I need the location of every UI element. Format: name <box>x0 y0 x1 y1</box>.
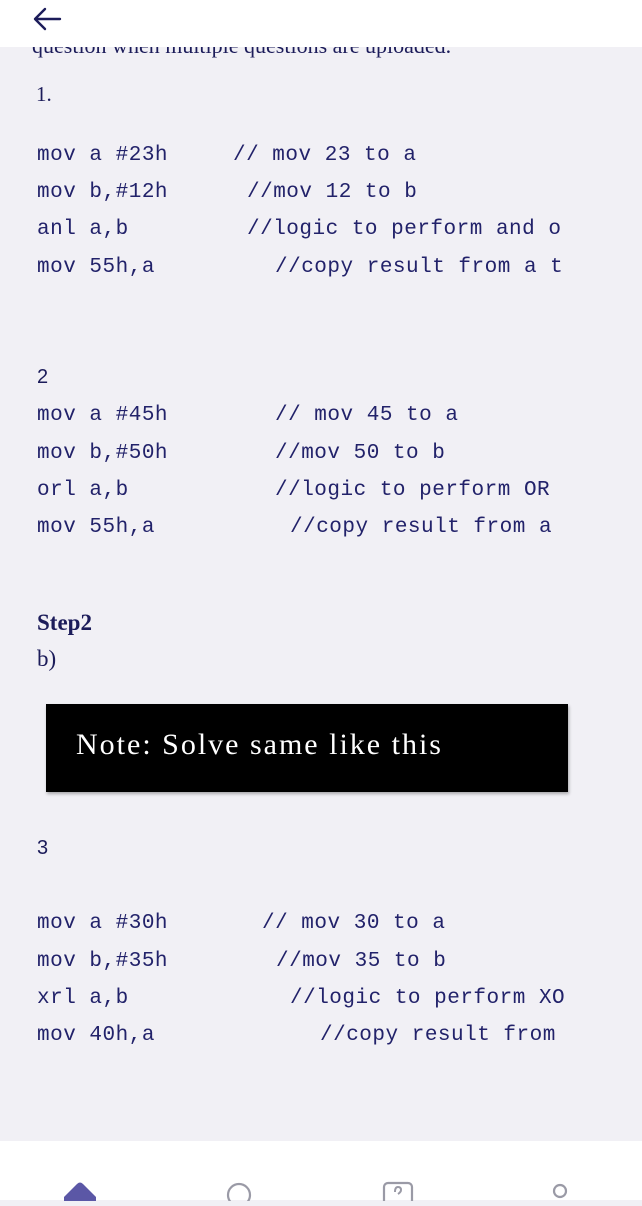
code-line: mov 55h,a <box>37 516 155 539</box>
code-comment: //mov 50 to b <box>275 442 446 465</box>
code-comment: //logic to perform XO <box>290 987 566 1010</box>
code-line: mov a #45h <box>37 404 169 427</box>
code-line: mov a #30h <box>37 912 169 935</box>
home-icon <box>64 1182 96 1201</box>
code-comment: //copy result from a <box>290 516 553 539</box>
nav-profile[interactable] <box>550 1181 570 1206</box>
note-banner: Note: Solve same like this <box>46 704 568 792</box>
code-comment: //copy result from <box>320 1024 556 1047</box>
code-comment: //copy result from a t <box>275 256 564 279</box>
sub-label: b) <box>37 646 57 671</box>
question-icon <box>382 1181 414 1206</box>
note-text: Note: Solve same like this <box>76 728 443 761</box>
section-1-number: 1. <box>36 82 52 106</box>
code-line: anl a,b <box>37 218 129 241</box>
code-comment: // mov 23 to a <box>233 144 417 167</box>
top-bar <box>0 0 642 47</box>
section-2-number: 2 <box>37 366 49 388</box>
code-line: mov b,#35h <box>37 950 169 973</box>
code-line: orl a,b <box>37 479 129 502</box>
code-line: mov b,#50h <box>37 442 169 465</box>
back-button[interactable] <box>30 4 64 34</box>
code-comment: //mov 12 to b <box>247 181 418 204</box>
section-3-number: 3 <box>37 837 49 859</box>
code-comment: // mov 30 to a <box>262 912 446 935</box>
code-line: mov 55h,a <box>37 256 155 279</box>
search-icon <box>226 1182 252 1206</box>
code-line: mov a #23h <box>37 144 169 167</box>
code-comment: // mov 45 to a <box>275 404 459 427</box>
code-comment: //mov 35 to b <box>276 950 447 973</box>
bottom-navigation <box>0 1141 642 1206</box>
code-line: xrl a,b <box>37 987 129 1010</box>
code-line: mov b,#12h <box>37 181 169 204</box>
profile-icon <box>552 1183 568 1199</box>
arrow-left-icon <box>33 7 62 31</box>
step-label: Step2 <box>37 610 92 635</box>
code-comment: //logic to perform and o <box>247 218 562 241</box>
code-comment: //logic to perform OR <box>275 479 551 502</box>
code-line: mov 40h,a <box>37 1024 155 1047</box>
nav-questions[interactable] <box>382 1181 414 1206</box>
nav-home[interactable] <box>62 1181 98 1206</box>
nav-search[interactable] <box>224 1181 254 1206</box>
